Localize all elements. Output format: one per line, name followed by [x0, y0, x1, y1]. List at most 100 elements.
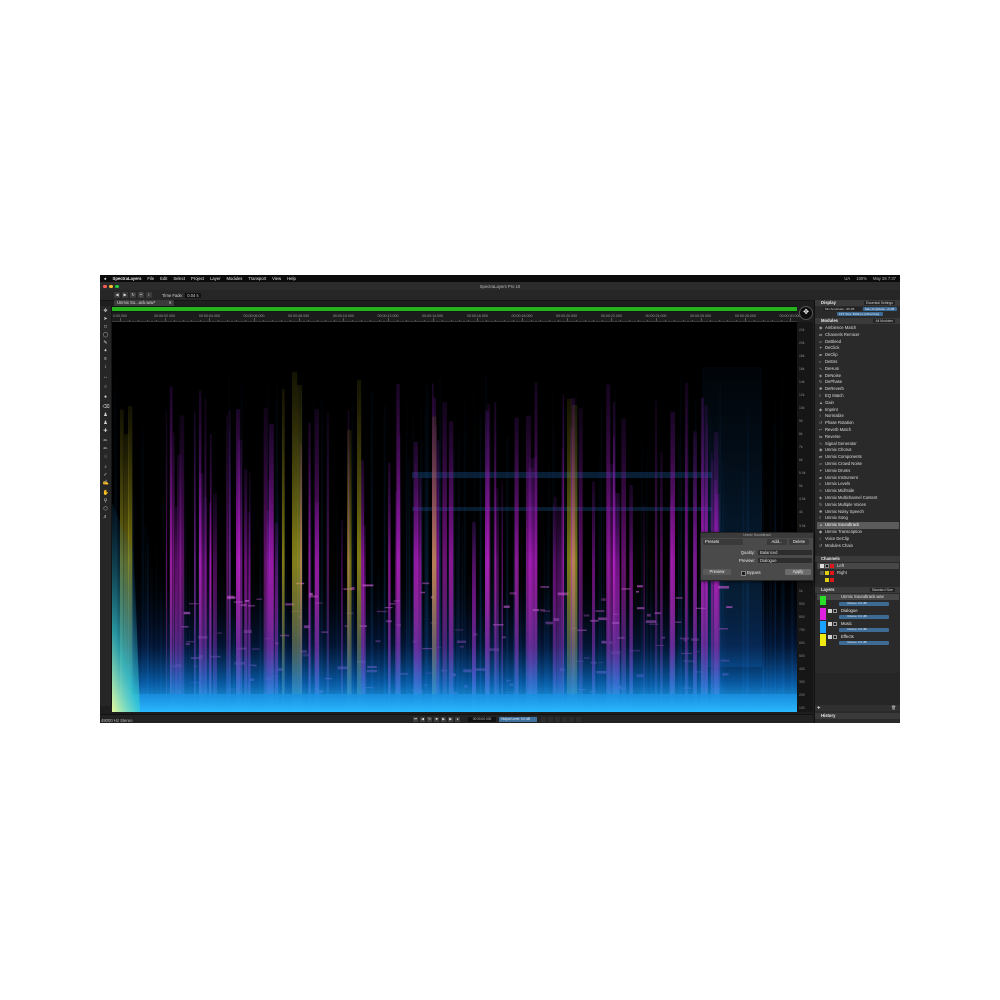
stamp-tool-icon[interactable]: ♟	[103, 420, 109, 426]
bypass-checkbox[interactable]	[741, 570, 746, 576]
channels-panel-header[interactable]: Channels	[815, 556, 900, 562]
layer-volume-slider[interactable]: Volume: 0.0 dB	[839, 614, 889, 619]
output-level-slider[interactable]: Output Level: 0.0 dB	[499, 717, 537, 722]
delete-preset-button[interactable]: Delete	[789, 539, 809, 545]
module-item-ambience-match[interactable]: ◉ Ambience Match	[817, 325, 899, 332]
module-item-imprint[interactable]: ◆ Imprint	[817, 407, 899, 414]
play-button-icon[interactable]: ▶	[441, 717, 446, 722]
input-source-indicator[interactable]: UA	[844, 276, 850, 281]
pipette-tool-icon[interactable]: ✓	[103, 472, 109, 478]
module-item-unmix-soundtrack[interactable]: ▲ Unmix Soundtrack	[817, 522, 899, 529]
record-icon[interactable]: ●	[455, 717, 460, 722]
channel-row-left[interactable]: Left	[817, 563, 899, 569]
heal-tool-icon[interactable]: ✚	[103, 428, 109, 434]
smudge-tool-icon[interactable]: ✍	[103, 480, 109, 486]
box-tool-icon[interactable]: ⬡	[103, 506, 109, 512]
layer-visibility-icon[interactable]	[828, 635, 832, 639]
time-fade-value[interactable]: 0.04 s	[185, 292, 201, 298]
min-amplitude-control[interactable]: Min Amplitude: -96 dB	[823, 307, 861, 311]
channel-lock-icon[interactable]	[825, 564, 829, 568]
frequency-select-icon[interactable]: ↔	[103, 374, 109, 380]
rectangle-select-icon[interactable]: □	[103, 324, 109, 330]
module-item-declip[interactable]: ▰ DeClip	[817, 352, 899, 359]
module-item-reverb-match[interactable]: ↩ Reverb Match	[817, 427, 899, 434]
module-item-dehum[interactable]: ∿ DeHum	[817, 366, 899, 373]
layer-parent-row[interactable]: Unmix Soundtrack.wav	[817, 594, 899, 605]
module-item-denoise[interactable]: ◈ DeNoise	[817, 373, 899, 380]
loop-icon[interactable]: ↻	[130, 292, 136, 298]
module-item-unmix-transcription[interactable]: ◆ Unmix Transcription	[817, 529, 899, 536]
display-preset-dropdown[interactable]: Essential Settings	[864, 300, 895, 306]
layers-view-dropdown[interactable]: Standard Size	[869, 587, 895, 593]
module-item-unmix-noisy-speech[interactable]: ✺ Unmix Noisy Speech	[817, 509, 899, 516]
channel-visibility-icon[interactable]	[820, 564, 824, 568]
layer-visibility-icon[interactable]	[828, 622, 832, 626]
loop-toggle-icon[interactable]: ↻	[427, 717, 432, 722]
forward-icon[interactable]: ▶	[448, 717, 453, 722]
apply-button[interactable]: Apply	[785, 569, 811, 575]
play-icon[interactable]: ▶	[122, 292, 128, 298]
menu-file[interactable]: File	[147, 276, 154, 281]
module-item-dereverb[interactable]: ✺ DeReverb	[817, 386, 899, 393]
menu-layer[interactable]: Layer	[210, 276, 220, 281]
menu-select[interactable]: Select	[173, 276, 185, 281]
channel-expand-icon[interactable]	[820, 571, 824, 575]
back-icon[interactable]: ◀	[114, 292, 120, 298]
preview-button[interactable]: Preview	[703, 569, 731, 575]
menu-app-name[interactable]: SpectraLayers	[113, 276, 142, 281]
eraser-tool-icon[interactable]: ⌫	[103, 404, 110, 410]
module-item-deess[interactable]: ≈ DeEss	[817, 359, 899, 366]
module-item-unmix-multiple-voices[interactable]: ↻ Unmix Multiple Voices	[817, 502, 899, 509]
module-item-unmix-chorus[interactable]: ◉ Unmix Chorus	[817, 447, 899, 454]
rewind-icon[interactable]: ⏮	[413, 717, 418, 722]
display-panel-header[interactable]: Display Essential Settings	[815, 300, 900, 306]
menu-modules[interactable]: Modules	[227, 276, 243, 281]
modules-panel-header[interactable]: Modules All Modules	[815, 318, 900, 324]
channel-row-right[interactable]: Right	[817, 570, 899, 576]
lasso-tool-icon[interactable]: ◯	[103, 332, 109, 338]
layer-volume-slider[interactable]: Volume: 0.0 dB	[839, 627, 889, 632]
delete-layer-icon[interactable]: 🗑	[891, 705, 896, 710]
timecode-display[interactable]: 00:00:00.000	[468, 717, 496, 722]
harmonic-select-icon[interactable]: ≡	[103, 356, 109, 362]
max-amplitude-control[interactable]: Max Amplitude: +6 dB	[863, 307, 897, 311]
overview-range-bar[interactable]	[112, 307, 797, 311]
module-item-unmix-components[interactable]: ⇄ Unmix Components	[817, 454, 899, 461]
brush-select-icon[interactable]: ✎	[103, 340, 109, 346]
step-back-icon[interactable]: ◀	[420, 717, 425, 722]
presets-dropdown[interactable]: Presets	[703, 539, 743, 545]
frequency-axis[interactable]: 22k 20k 18k 16k 14k 12k 10k 9k 8k 7k 6k 5.5k 5k 4.5k 4…	[797, 322, 813, 712]
module-item-reverse[interactable]: ⇆ Reverse	[817, 434, 899, 441]
quality-dropdown[interactable]: Balanced	[758, 550, 812, 555]
module-item-voice-declip[interactable]: ↕ Voice DeClip	[817, 536, 899, 543]
module-item-unmix-multichannel-content[interactable]: ◈ Unmix Multichannel Content	[817, 495, 899, 502]
layer-parent-volume[interactable]: Volume: 0.0 dB	[839, 601, 889, 606]
dot-select-icon[interactable]: ●	[103, 394, 109, 400]
module-item-channels-remixer[interactable]: ⇄ Channels Remixer	[817, 332, 899, 339]
clone-stamp-icon[interactable]: ♟	[103, 412, 109, 418]
pitch-tool-icon[interactable]: ♪	[103, 464, 109, 470]
module-item-unmix-song[interactable]: ≡ Unmix Song	[817, 515, 899, 522]
module-item-normalize[interactable]: ↕ Normalize	[817, 413, 899, 420]
module-item-unmix-mid-side[interactable]: ∿ Unmix Mid/Side	[817, 488, 899, 495]
menu-transport[interactable]: Transport	[248, 276, 266, 281]
time-select-icon[interactable]: ↕	[103, 364, 109, 370]
unmix-dialog-title[interactable]: Unmix Soundtrack	[701, 533, 813, 538]
module-item-modules-chain[interactable]: ↺ Modules Chain	[817, 543, 899, 550]
snap-icon[interactable]: ⦿	[138, 292, 144, 298]
hand-tool-icon[interactable]: ✋	[103, 490, 109, 496]
module-item-signal-generator[interactable]: ∿ Signal Generator	[817, 441, 899, 448]
add-layer-icon[interactable]: ✚	[817, 705, 820, 710]
pencil-tool-icon[interactable]: ✏	[103, 446, 109, 452]
speaker-tool-icon[interactable]: ♬	[103, 514, 109, 520]
history-panel-header[interactable]: History	[815, 713, 900, 719]
layers-panel-header[interactable]: Layers Standard Size	[815, 587, 900, 593]
module-item-unmix-drums[interactable]: ✦ Unmix Drums	[817, 468, 899, 475]
pointer-tool-icon[interactable]: ➤	[103, 316, 109, 322]
modules-filter-dropdown[interactable]: All Modules	[873, 318, 895, 324]
menu-project[interactable]: Project	[191, 276, 204, 281]
channel-row-add[interactable]	[817, 577, 899, 583]
module-item-unmix-levels[interactable]: ≈ Unmix Levels	[817, 481, 899, 488]
layer-lock-icon[interactable]	[833, 609, 837, 613]
spectrogram-view[interactable]	[112, 322, 797, 712]
